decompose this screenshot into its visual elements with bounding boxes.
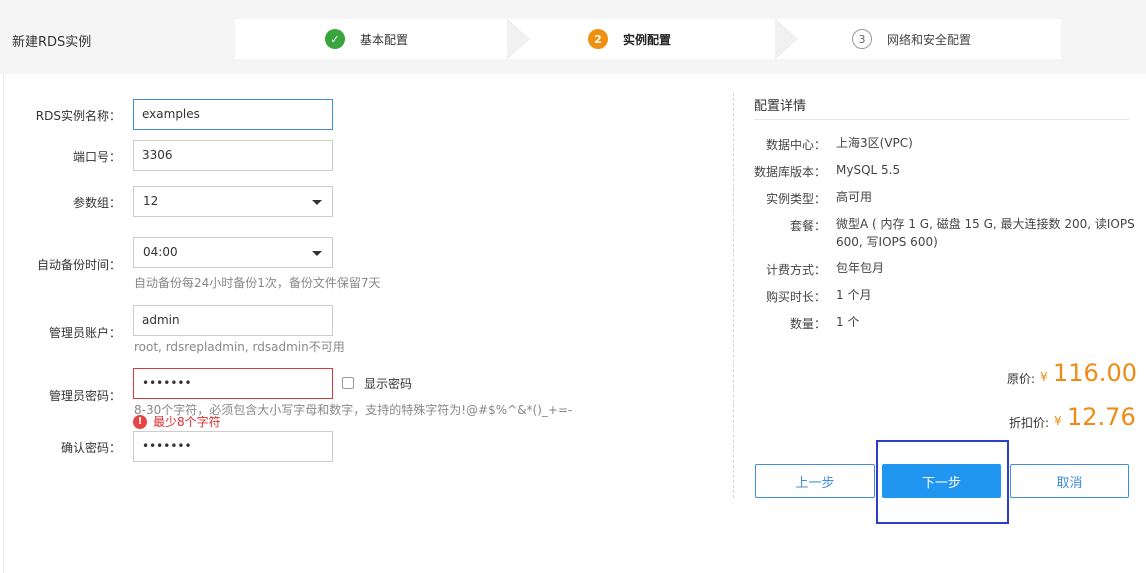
admin-password-label: 管理员密码： (48, 389, 121, 403)
step-instance-config[interactable]: 2 实例配置 (588, 19, 671, 59)
summary-label-quantity: 数量： (789, 317, 826, 331)
original-price-value: 116.00 (1053, 359, 1137, 387)
original-price-label: 原价: (1007, 372, 1036, 386)
backup-time-select[interactable]: 04:00 (133, 237, 333, 268)
summary-value-quantity: 1 个 (836, 315, 860, 329)
chevron-down-icon (312, 200, 322, 205)
instance-name-input[interactable]: examples (133, 99, 333, 130)
port-label: 端口号： (72, 150, 121, 164)
next-step-button[interactable]: 下一步 (882, 464, 1001, 498)
instance-name-label: RDS实例名称： (35, 109, 121, 123)
page-title: 新建RDS实例 (12, 35, 92, 50)
admin-account-hint: root, rdsrepladmin, rdsadmin不可用 (134, 340, 345, 354)
param-group-value: 12 (143, 194, 159, 208)
step-label: 网络和安全配置 (887, 32, 972, 47)
step-separator-chevron-icon (775, 19, 798, 59)
backup-time-hint: 自动备份每24小时备份1次，备份文件保留7天 (134, 276, 381, 290)
step-number-icon: 3 (852, 29, 872, 49)
summary-value-datacenter: 上海3区(VPC) (836, 136, 913, 150)
step-network-security-config[interactable]: 3 网络和安全配置 (852, 19, 971, 59)
show-password-label[interactable]: 显示密码 (364, 375, 412, 392)
step-separator-chevron-icon (507, 19, 530, 59)
step-number-icon: 2 (588, 29, 608, 49)
admin-account-label: 管理员账户： (48, 326, 121, 340)
original-price-currency: ¥ (1040, 370, 1048, 384)
summary-value-package: 微型A ( 内存 1 G, 磁盘 15 G, 最大连接数 200, 读IOPS … (836, 217, 1135, 249)
summary-label-duration: 购买时长： (765, 290, 826, 304)
top-bar: 新建RDS实例 ✓ 基本配置 2 实例配置 3 网络和安全配置 (0, 0, 1146, 74)
step-basic-config[interactable]: ✓ 基本配置 (325, 19, 408, 59)
summary-label-package: 套餐： (789, 219, 826, 233)
discount-price-label: 折扣价: (1009, 416, 1050, 430)
admin-password-error: ! 最少8个字符 (133, 413, 221, 430)
summary-label-datacenter: 数据中心： (765, 138, 826, 152)
backup-time-value: 04:00 (143, 245, 178, 259)
error-icon: ! (133, 414, 147, 429)
summary-value-billing: 包年包月 (836, 261, 885, 275)
check-icon: ✓ (325, 29, 345, 49)
summary-label-db-version: 数据库版本： (754, 165, 827, 179)
prev-step-button[interactable]: 上一步 (755, 464, 875, 498)
admin-password-input[interactable]: ••••••• (133, 368, 333, 399)
show-password-checkbox[interactable] (342, 377, 354, 389)
discount-price-value: 12.76 (1067, 403, 1136, 431)
admin-password-error-text: 最少8个字符 (153, 415, 221, 429)
summary-divider (754, 119, 1129, 120)
cancel-button[interactable]: 取消 (1010, 464, 1129, 498)
step-label: 实例配置 (623, 32, 672, 47)
summary-label-billing: 计费方式： (765, 263, 826, 277)
backup-time-label: 自动备份时间： (36, 258, 121, 272)
summary-value-db-version: MySQL 5.5 (836, 163, 901, 177)
param-group-select[interactable]: 12 (133, 186, 333, 217)
discount-price-currency: ¥ (1054, 414, 1062, 428)
port-input[interactable]: 3306 (133, 140, 333, 171)
param-group-label: 参数组： (72, 196, 121, 210)
confirm-password-input[interactable]: ••••••• (133, 431, 333, 462)
wizard-steps: ✓ 基本配置 2 实例配置 3 网络和安全配置 (235, 19, 1061, 59)
summary-value-instance-type: 高可用 (836, 190, 873, 204)
admin-account-input[interactable]: admin (133, 305, 333, 336)
step-label: 基本配置 (360, 32, 409, 47)
chevron-down-icon (312, 251, 322, 256)
summary-label-instance-type: 实例类型： (765, 192, 826, 206)
summary-value-duration: 1 个月 (836, 288, 872, 302)
confirm-password-label: 确认密码： (60, 441, 121, 455)
summary-title: 配置详情 (754, 99, 807, 114)
panel-divider (733, 93, 734, 498)
